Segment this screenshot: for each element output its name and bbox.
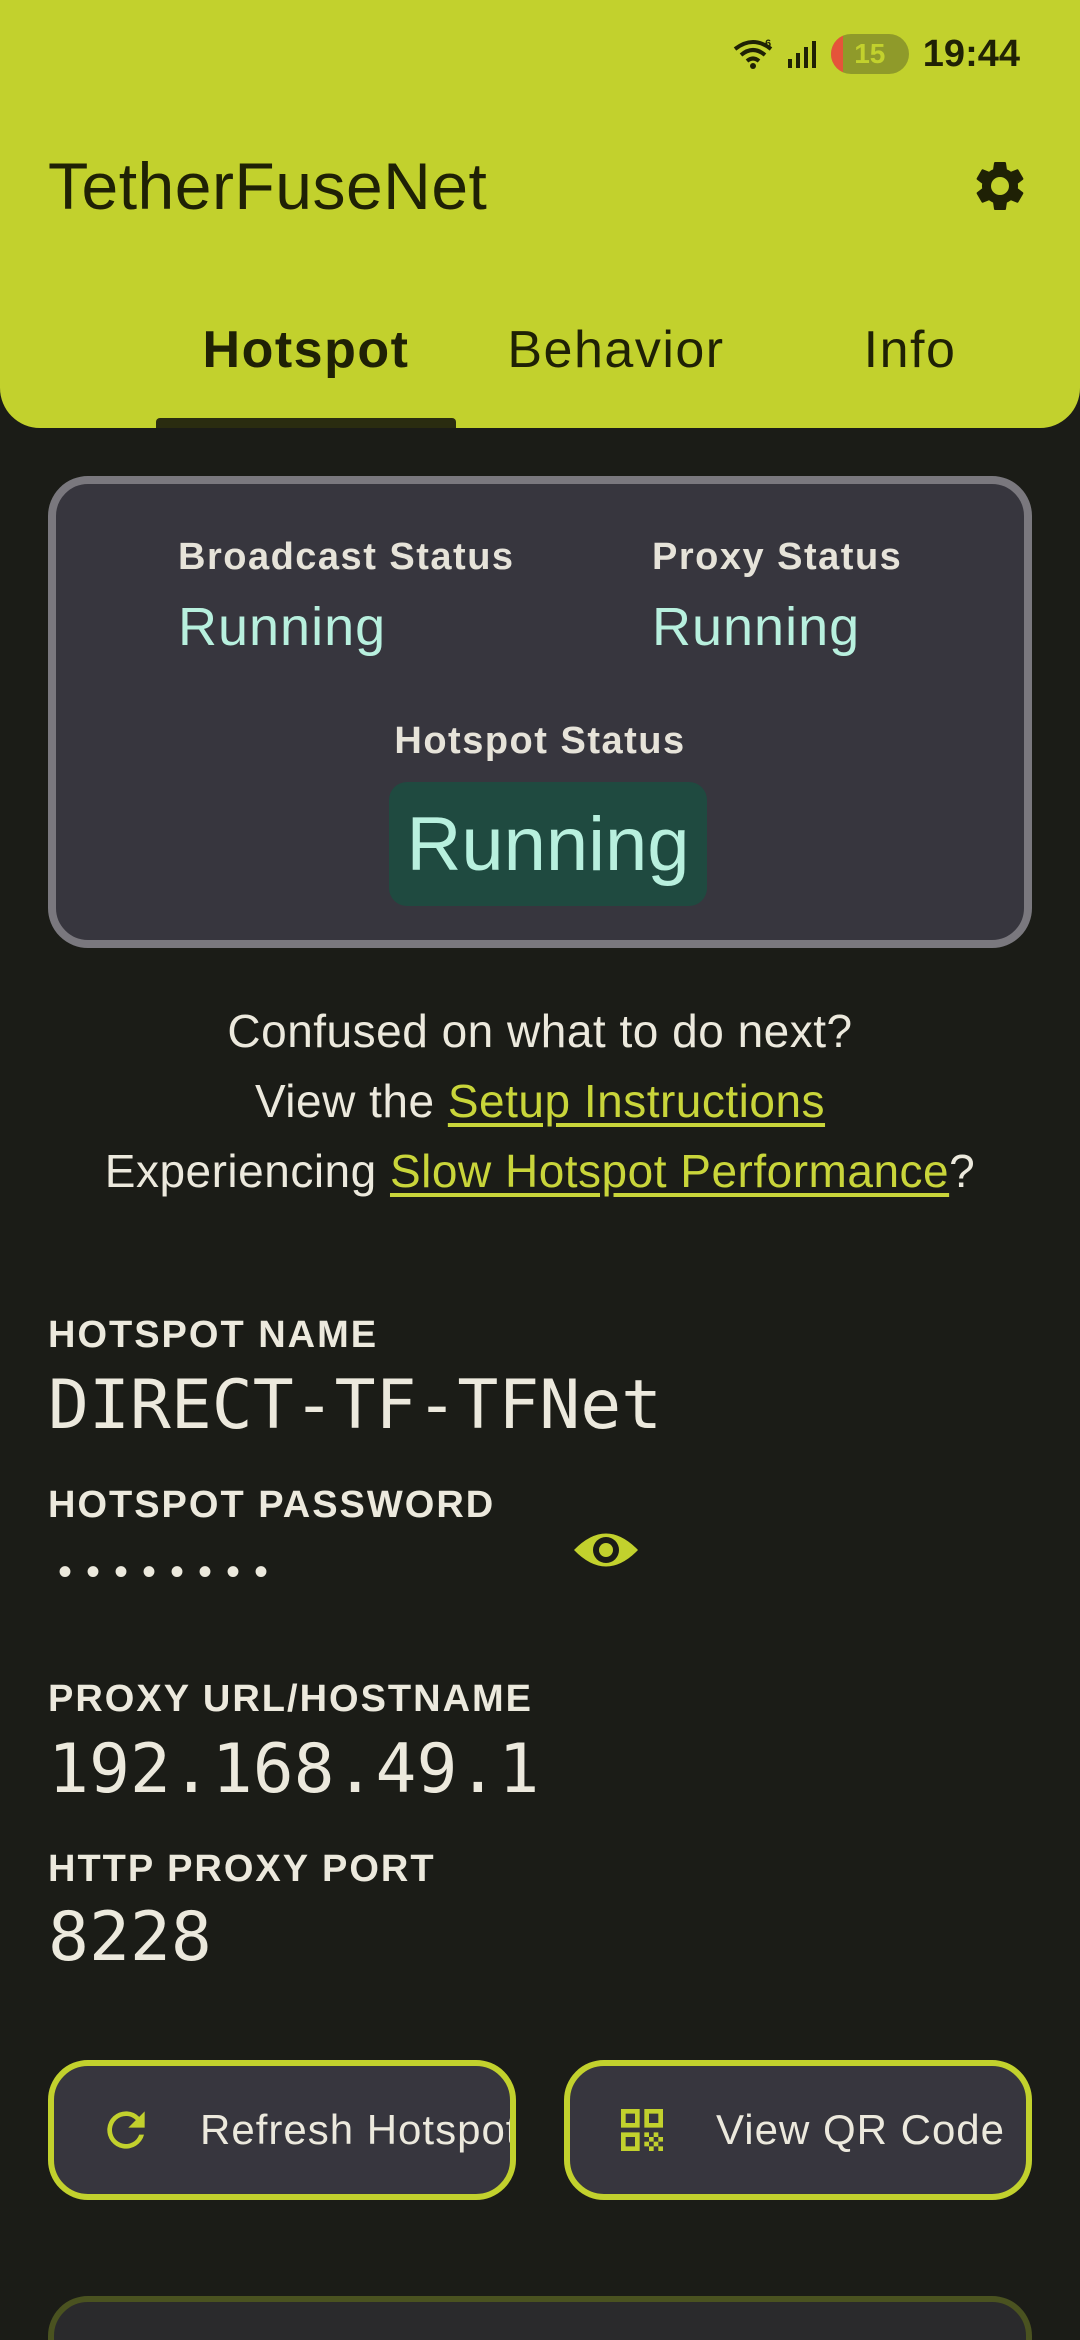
refresh-hotspot-label: Refresh Hotspot (200, 2106, 516, 2153)
cell-signal-icon (787, 39, 817, 69)
clock: 19:44 (922, 32, 1020, 75)
broadcast-status-value: Running (178, 597, 387, 657)
help-line-3: Experiencing Slow Hotspot Performance? (0, 1144, 1080, 1198)
slow-hotspot-performance-link[interactable]: Slow Hotspot Performance (390, 1145, 949, 1197)
bottom-card-partial (48, 2296, 1032, 2340)
status-card: Broadcast Status Running Proxy Status Ru… (48, 476, 1032, 948)
tab-hotspot[interactable]: Hotspot (156, 320, 456, 380)
app-title: TetherFuseNet (48, 149, 488, 223)
setup-instructions-link[interactable]: Setup Instructions (448, 1075, 825, 1127)
toggle-password-visibility-button[interactable] (570, 1520, 642, 1580)
wifi-6-icon: 6 (733, 37, 773, 71)
tab-bar: Hotspot Behavior Info (0, 300, 1080, 428)
view-qr-code-label: View QR Code (716, 2106, 1006, 2153)
svg-text:6: 6 (765, 38, 771, 50)
broadcast-status-label: Broadcast Status (178, 536, 515, 578)
app-header: 6 15 19:44 TetherFuseNet Hotspot Behavio… (0, 0, 1080, 428)
battery-indicator: 15 (830, 34, 909, 74)
proxy-port-label: HTTP PROXY PORT (48, 1848, 436, 1890)
hotspot-status-value: Running (406, 801, 690, 887)
help-line-3-suffix: ? (949, 1145, 976, 1197)
hotspot-status-badge: Running (389, 782, 707, 906)
refresh-icon (96, 2100, 156, 2160)
status-bar: 6 15 19:44 (733, 28, 1020, 80)
hotspot-password-label: HOTSPOT PASSWORD (48, 1484, 496, 1526)
hotspot-status-label: Hotspot Status (394, 720, 686, 762)
proxy-url-label: PROXY URL/HOSTNAME (48, 1678, 534, 1720)
active-tab-indicator (156, 418, 456, 428)
tab-info[interactable]: Info (760, 320, 1060, 380)
help-line-3-prefix: Experiencing (104, 1145, 390, 1197)
hotspot-name-value: DIRECT-TF-TFNet (48, 1366, 663, 1445)
help-line-2-prefix: View the (254, 1075, 448, 1127)
help-line-2: View the Setup Instructions (0, 1074, 1080, 1128)
tab-behavior[interactable]: Behavior (466, 320, 766, 380)
view-qr-code-button[interactable]: View QR Code (564, 2060, 1032, 2200)
eye-icon (574, 1533, 638, 1567)
qr-code-icon (612, 2100, 672, 2160)
settings-button[interactable] (966, 152, 1034, 220)
gear-icon (976, 161, 1024, 210)
help-line-1: Confused on what to do next? (227, 1005, 853, 1057)
proxy-url-value: 192.168.49.1 (48, 1730, 540, 1809)
proxy-status-value: Running (652, 597, 861, 657)
hotspot-name-label: HOTSPOT NAME (48, 1314, 379, 1356)
proxy-status-label: Proxy Status (652, 536, 903, 578)
hotspot-password-value: •••••••• (58, 1550, 283, 1594)
proxy-port-value: 8228 (48, 1898, 212, 1977)
refresh-hotspot-button[interactable]: Refresh Hotspot (48, 2060, 516, 2200)
